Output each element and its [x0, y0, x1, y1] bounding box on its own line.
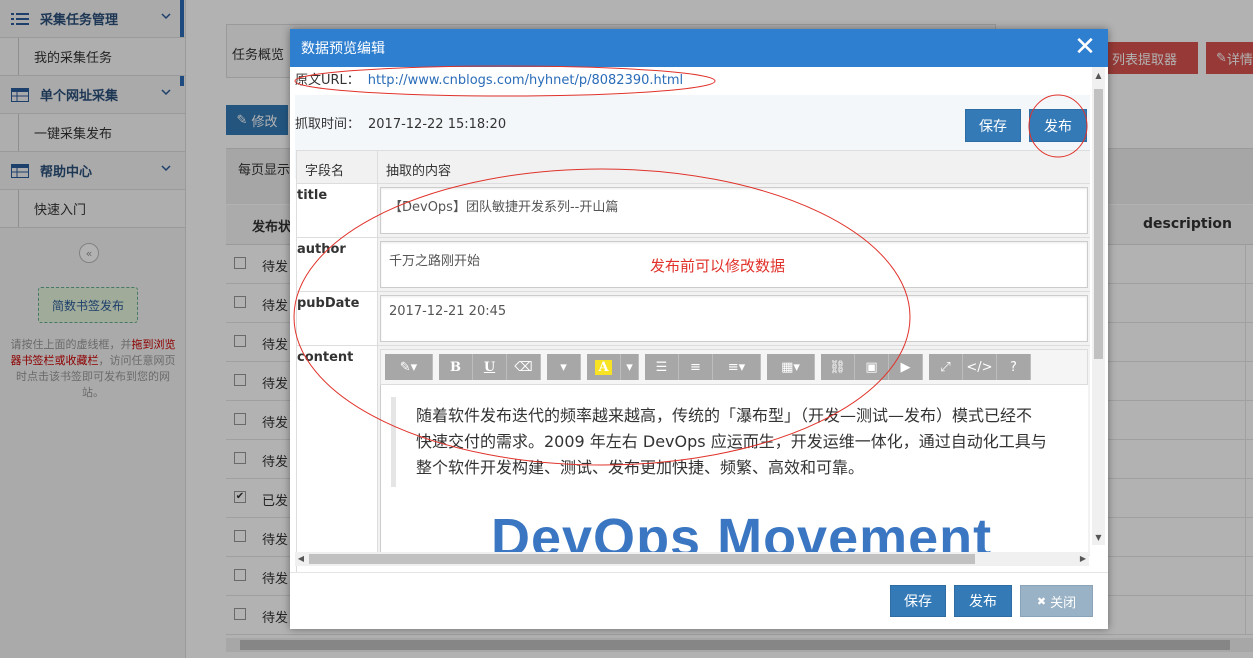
data-preview-modal: 数据预览编辑 ✕ 原文URL： http://www.cnblogs.com/hy…: [290, 29, 1108, 629]
close-icon[interactable]: ✕: [1072, 34, 1098, 60]
field-row-content: content ✎▾ B U ⌫ ▾ A ▾ ☰ ≡ ≡▾ ▦▾ ⛓ ▣ ▶ ⤢…: [297, 346, 1090, 556]
modal-vertical-scrollbar[interactable]: ▲ ▼: [1092, 67, 1105, 545]
highlight-dropdown-icon[interactable]: ▾: [621, 354, 639, 380]
field-name: content: [297, 346, 378, 555]
field-name: pubDate: [297, 292, 378, 345]
scroll-right-icon[interactable]: ▶: [1077, 552, 1089, 566]
underline-glyph: U: [483, 359, 496, 375]
fetch-time-value: 2017-12-22 15:18:20: [368, 117, 507, 132]
title-input[interactable]: 【DevOps】团队敏捷开发系列--开山篇: [380, 187, 1088, 234]
field-name: title: [297, 184, 378, 237]
close-button-label: 关闭: [1050, 595, 1077, 611]
field-value-cell: 2017-12-21 20:45: [378, 292, 1090, 345]
ordered-list-icon[interactable]: ≡: [679, 354, 713, 380]
field-row-pubdate: pubDate 2017-12-21 20:45: [297, 292, 1090, 346]
save-button-top[interactable]: 保存: [965, 109, 1021, 142]
content-line: 快速交付的需求。2009 年左右 DevOps 应运而生，开发运维一体化，通过自…: [416, 432, 1047, 451]
devops-movement-image: DevOps Movement: [491, 508, 993, 555]
editor-toolbar: ✎▾ B U ⌫ ▾ A ▾ ☰ ≡ ≡▾ ▦▾ ⛓ ▣ ▶ ⤢ </> ?: [380, 349, 1088, 385]
close-icon: ✖: [1036, 594, 1047, 608]
rich-text-editor: ✎▾ B U ⌫ ▾ A ▾ ☰ ≡ ≡▾ ▦▾ ⛓ ▣ ▶ ⤢ </> ? 随…: [378, 346, 1090, 555]
pubdate-input[interactable]: 2017-12-21 20:45: [380, 295, 1088, 342]
fields-table-header: 字段名 抽取的内容: [297, 150, 1090, 184]
editor-content-area[interactable]: 随着软件发布迭代的频率越来越高，传统的「瀑布型」（开发—测试—发布）模式已经不 …: [380, 385, 1088, 555]
bold-icon[interactable]: B: [439, 354, 473, 380]
link-icon[interactable]: ⛓: [821, 354, 855, 380]
source-url-row: 原文URL： http://www.cnblogs.com/hyhnet/p/80…: [295, 69, 683, 88]
source-url-link[interactable]: http://www.cnblogs.com/hyhnet/p/8082390.…: [368, 73, 683, 88]
underline-icon[interactable]: U: [473, 354, 507, 380]
font-dropdown-icon[interactable]: ▾: [547, 354, 581, 380]
video-icon[interactable]: ▶: [889, 354, 923, 380]
close-button[interactable]: ✖ 关闭: [1020, 585, 1093, 617]
scrollbar-thumb[interactable]: [1094, 89, 1103, 359]
modal-horizontal-scrollbar[interactable]: ◀ ▶: [295, 552, 1089, 566]
code-view-icon[interactable]: </>: [963, 354, 997, 380]
modal-title: 数据预览编辑: [301, 41, 385, 57]
align-icon[interactable]: ≡▾: [713, 354, 761, 380]
bold-glyph: B: [450, 359, 461, 375]
unordered-list-icon[interactable]: ☰: [645, 354, 679, 380]
highlight-icon[interactable]: A: [587, 354, 621, 380]
content-line: 随着软件发布迭代的频率越来越高，传统的「瀑布型」（开发—测试—发布）模式已经不: [416, 406, 1033, 425]
column-content: 抽取的内容: [386, 164, 452, 179]
content-line: 整个软件开发构建、测试、发布更加快捷、频繁、高效和可靠。: [416, 458, 865, 477]
publish-button-top[interactable]: 发布: [1029, 109, 1087, 142]
highlight-glyph: A: [595, 359, 612, 375]
image-icon[interactable]: ▣: [855, 354, 889, 380]
magic-wand-icon[interactable]: ✎▾: [385, 354, 433, 380]
modal-scroll-area: 原文URL： http://www.cnblogs.com/hyhnet/p/80…: [295, 67, 1093, 572]
column-field-name: 字段名: [297, 151, 378, 183]
modal-header: 数据预览编辑 ✕: [290, 29, 1108, 67]
modal-footer: 保存 发布 ✖ 关闭: [290, 572, 1108, 629]
content-blockquote: 随着软件发布迭代的频率越来越高，传统的「瀑布型」（开发—测试—发布）模式已经不 …: [391, 397, 1088, 487]
fields-table: 字段名 抽取的内容 title 【DevOps】团队敏捷开发系列--开山篇 auth…: [296, 150, 1090, 572]
publish-button[interactable]: 发布: [954, 585, 1012, 617]
fetch-time-row: 抓取时间： 2017-12-22 15:18:20: [295, 113, 506, 132]
fetch-time-label: 抓取时间：: [295, 117, 361, 132]
scrollbar-thumb[interactable]: [309, 554, 975, 564]
scroll-up-icon[interactable]: ▲: [1092, 69, 1105, 83]
annotation-text: 发布前可以修改数据: [650, 257, 786, 275]
source-url-label: 原文URL：: [295, 73, 360, 88]
save-button[interactable]: 保存: [890, 585, 946, 617]
help-icon[interactable]: ?: [997, 354, 1031, 380]
fullscreen-icon[interactable]: ⤢: [929, 354, 963, 380]
field-row-title: title 【DevOps】团队敏捷开发系列--开山篇: [297, 184, 1090, 238]
field-value-cell: 【DevOps】团队敏捷开发系列--开山篇: [378, 184, 1090, 237]
modal-body: 原文URL： http://www.cnblogs.com/hyhnet/p/80…: [290, 67, 1108, 572]
field-name: author: [297, 238, 378, 291]
eraser-icon[interactable]: ⌫: [507, 354, 541, 380]
table-icon[interactable]: ▦▾: [767, 354, 815, 380]
scroll-left-icon[interactable]: ◀: [295, 552, 307, 566]
scroll-down-icon[interactable]: ▼: [1092, 531, 1105, 545]
